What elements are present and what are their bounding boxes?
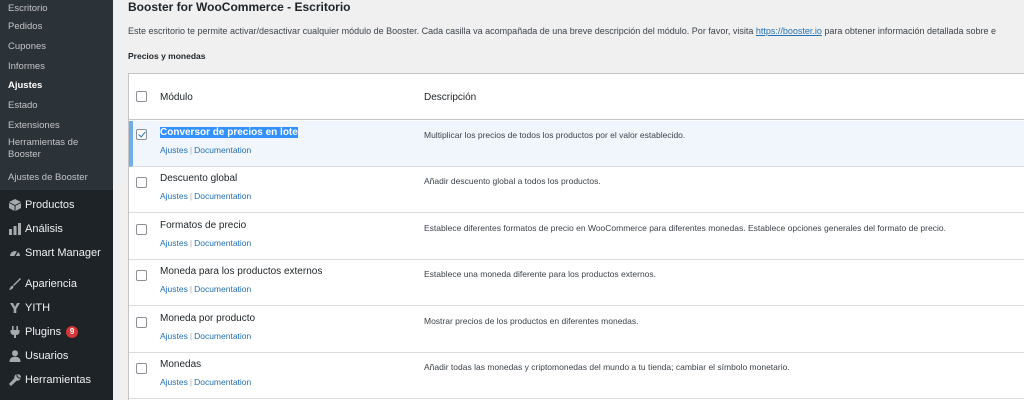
table-header: Módulo Descripción <box>129 74 1024 120</box>
menu-yith[interactable]: YITH <box>0 296 113 320</box>
module-description: Establece una moneda diferente para los … <box>424 269 657 279</box>
row-actions: Ajustes | Documentation <box>160 284 251 294</box>
column-header-module: Módulo <box>160 92 193 103</box>
module-description: Establece diferentes formatos de precio … <box>424 223 946 233</box>
action-separator: | <box>189 377 193 387</box>
wrench-icon <box>5 374 25 386</box>
settings-link[interactable]: Ajustes <box>160 331 188 341</box>
row-actions: Ajustes | Documentation <box>160 145 251 155</box>
row-actions: Ajustes | Documentation <box>160 238 251 248</box>
menu-usuarios[interactable]: Usuarios <box>0 344 113 368</box>
submenu-ajustes-booster[interactable]: Ajustes de Booster <box>0 170 113 190</box>
submenu-pedidos[interactable]: Pedidos <box>0 19 113 39</box>
menu-smart-manager[interactable]: Smart Manager <box>0 241 113 265</box>
yith-icon <box>5 302 25 314</box>
row-actions: Ajustes | Documentation <box>160 191 251 201</box>
module-description: Multiplicar los precios de todos los pro… <box>424 130 686 140</box>
column-header-description: Descripción <box>424 92 477 103</box>
menu-label: Productos <box>25 199 75 211</box>
table-row: Formatos de precio Ajustes | Documentation… <box>129 214 1024 260</box>
row-actions: Ajustes | Documentation <box>160 377 251 387</box>
admin-sidebar: Escritorio Pedidos Cupones Informes Ajus… <box>0 0 113 400</box>
paintbrush-icon <box>5 278 25 290</box>
module-checkbox[interactable] <box>136 270 147 281</box>
settings-link[interactable]: Ajustes <box>160 145 188 155</box>
submenu-escritorio[interactable]: Escritorio <box>0 0 113 19</box>
intro-text-before: Este escritorio te permite activar/desac… <box>128 26 756 36</box>
module-name: Descuento global <box>160 173 238 184</box>
modules-table: Módulo Descripción Conversor de precios … <box>128 73 1024 400</box>
submenu-informes[interactable]: Informes <box>0 59 113 78</box>
menu-label: Smart Manager <box>25 247 101 259</box>
documentation-link[interactable]: Documentation <box>194 284 251 294</box>
action-separator: | <box>189 238 193 248</box>
module-checkbox[interactable] <box>136 363 147 374</box>
documentation-link[interactable]: Documentation <box>194 145 251 155</box>
menu-apariencia[interactable]: Apariencia <box>0 272 113 296</box>
submenu-ajustes[interactable]: Ajustes <box>0 78 113 98</box>
menu-label: Apariencia <box>25 278 77 290</box>
menu-label: Plugins <box>25 326 62 338</box>
submenu-cupones[interactable]: Cupones <box>0 39 113 59</box>
module-checkbox[interactable] <box>136 224 147 235</box>
module-description: Añadir todas las monedas y criptomonedas… <box>424 362 790 372</box>
submenu-estado[interactable]: Estado <box>0 98 113 118</box>
menu-label: Herramientas <box>25 374 92 386</box>
action-separator: | <box>189 145 193 155</box>
select-all-checkbox[interactable] <box>136 91 147 102</box>
user-icon <box>5 350 25 362</box>
submenu-extensiones[interactable]: Extensiones <box>0 118 113 137</box>
menu-label: Análisis <box>25 223 63 235</box>
documentation-link[interactable]: Documentation <box>194 331 251 341</box>
booster-link[interactable]: https://booster.io <box>756 26 822 36</box>
dashboard-icon <box>5 247 25 259</box>
settings-link[interactable]: Ajustes <box>160 238 188 248</box>
box-icon <box>5 199 25 211</box>
menu-label: Usuarios <box>25 350 69 362</box>
settings-link[interactable]: Ajustes <box>160 377 188 387</box>
submenu-herramientas-booster[interactable]: Herramientas de Booster <box>0 137 113 170</box>
module-checkbox[interactable] <box>136 177 147 188</box>
module-checkbox[interactable] <box>136 129 147 140</box>
menu-analisis[interactable]: Análisis <box>0 217 113 241</box>
menu-label: YITH <box>25 302 51 314</box>
action-separator: | <box>189 191 193 201</box>
module-name: Moneda por producto <box>160 313 256 324</box>
update-count-badge: 9 <box>66 326 79 338</box>
documentation-link[interactable]: Documentation <box>194 238 251 248</box>
module-checkbox[interactable] <box>136 317 147 328</box>
bar-chart-icon <box>5 223 25 235</box>
menu-productos[interactable]: Productos <box>0 193 113 217</box>
table-row: Moneda por producto Ajustes | Documentatio… <box>129 307 1024 353</box>
woocommerce-submenu: Escritorio Pedidos Cupones Informes Ajus… <box>0 0 113 190</box>
intro-text: Este escritorio te permite activar/desac… <box>128 26 996 36</box>
settings-link[interactable]: Ajustes <box>160 284 188 294</box>
module-name: Formatos de precio <box>160 220 247 231</box>
documentation-link[interactable]: Documentation <box>194 191 251 201</box>
plugin-icon <box>5 326 25 338</box>
table-row: Conversor de precios en lote Ajustes | Doc… <box>129 121 1024 167</box>
action-separator: | <box>189 331 193 341</box>
table-row: Moneda para los productos externos Ajust… <box>129 260 1024 306</box>
action-separator: | <box>189 284 193 294</box>
menu-plugins[interactable]: Plugins 9 <box>0 320 113 344</box>
module-description: Mostrar precios de los productos en dife… <box>424 316 639 326</box>
main-content: Booster for WooCommerce - Escritorio Est… <box>113 0 1024 400</box>
menu-herramientas[interactable]: Herramientas <box>0 368 113 392</box>
settings-link[interactable]: Ajustes <box>160 191 188 201</box>
documentation-link[interactable]: Documentation <box>194 377 251 387</box>
section-title: Precios y monedas <box>128 51 206 61</box>
module-description: Añadir descuento global a todos los prod… <box>424 176 601 186</box>
module-name: Moneda para los productos externos <box>160 266 323 277</box>
row-actions: Ajustes | Documentation <box>160 331 251 341</box>
module-name: Monedas <box>160 359 202 370</box>
page-title: Booster for WooCommerce - Escritorio <box>128 0 351 14</box>
intro-text-after: para obtener información detallada sobre… <box>821 26 997 36</box>
table-row: Descuento global Ajustes | Documentation A… <box>129 167 1024 213</box>
module-name: Conversor de precios en lote <box>160 127 298 138</box>
table-row: Monedas Ajustes | Documentation Añadir tod… <box>129 353 1024 399</box>
